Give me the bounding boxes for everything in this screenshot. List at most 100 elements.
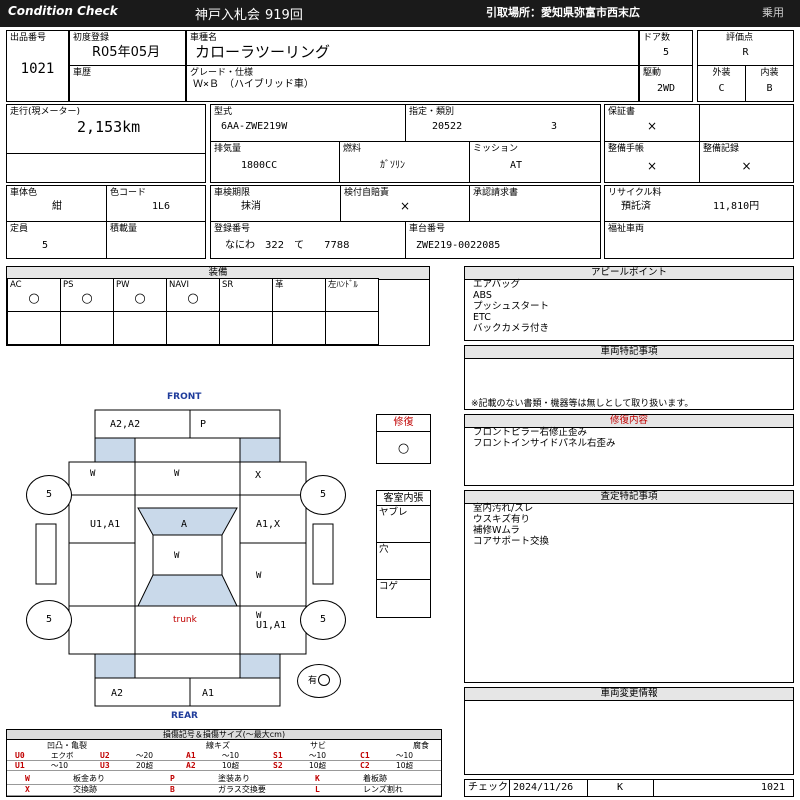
assess-line: コアサポート交換: [473, 536, 550, 547]
first-reg-box: 初度登録 R05年05月: [69, 30, 186, 66]
color-code-box: 色コード 1L6: [106, 185, 206, 222]
equipment-value: ○: [134, 291, 146, 306]
load-label: 積載量: [110, 224, 138, 234]
exterior-label: 外装: [712, 68, 731, 78]
history-box: 車歴: [69, 65, 186, 102]
exterior-score: C: [718, 83, 725, 94]
assess-line: ウスキズ有り: [473, 514, 531, 525]
color-code-value: 1L6: [152, 201, 171, 212]
welfare-label: 福祉車両: [608, 224, 645, 234]
inspection-value: 抹消: [241, 201, 261, 212]
displacement-label: 排気量: [214, 144, 242, 154]
exterior-box: 外装 C: [697, 65, 746, 102]
legend-header: 凹凸・亀裂: [47, 741, 87, 750]
drive-value: 2WD: [656, 83, 676, 94]
right-door-w-mark: W: [256, 571, 262, 581]
right-fender-mark: X: [255, 470, 262, 481]
repair-content-panel: 修復内容 フロントピラー右修正歪み フロントインサイドパネル右歪み: [464, 414, 794, 486]
legend-code: L: [315, 785, 320, 794]
load-box: 積載量: [106, 221, 206, 259]
check-date: 2024/11/26: [513, 782, 574, 793]
appeal-line: プッシュスタート: [473, 301, 550, 312]
appeal-line: バックカメラ付き: [473, 323, 550, 334]
recycle-fee: 11,810円: [713, 201, 760, 212]
equipment-cell: PS ○: [60, 278, 114, 312]
front-bumper-mark: A2,A2: [110, 419, 141, 430]
plate-label: 登録番号: [214, 224, 251, 234]
capacity-box: 定員 5: [6, 221, 107, 259]
equipment-label: PS: [63, 280, 74, 290]
cabin-item-label: 穴: [379, 544, 389, 555]
cabin-w-mark: W: [174, 551, 180, 561]
equipment-cell: 革: [272, 278, 326, 312]
equipment-cell-blank: [7, 311, 61, 345]
appeal-line: ETC: [473, 312, 491, 323]
recycle-label: リサイクル料: [608, 188, 662, 198]
right-rear-w-mark: W: [256, 611, 262, 621]
check-code: K: [617, 782, 624, 793]
front-label: FRONT: [167, 392, 202, 402]
tire-rl-depth: 5: [45, 614, 53, 625]
right-front-door-mark: A1,X: [256, 519, 281, 530]
cabin-divider: [377, 505, 430, 506]
repair-title: 修復: [393, 417, 414, 428]
equipment-cell: AC ○: [7, 278, 61, 312]
spare-tire-text: 有: [307, 676, 317, 686]
legend-size: 10超: [222, 761, 240, 770]
mission-value: AT: [510, 160, 523, 171]
cabin-item-label: コゲ: [379, 581, 399, 592]
grade-label: グレード・仕様: [190, 68, 254, 78]
equipment-label: PW: [116, 280, 130, 290]
spare-tire-icon: [318, 674, 330, 686]
legend-size: 〜10: [222, 751, 240, 760]
rear-bumper-left-mark: A2: [111, 688, 124, 699]
cabin-title: 客室内張: [383, 493, 424, 504]
approval-box: 承認請求書: [469, 185, 601, 222]
rear-bumper-right-mark: A1: [202, 688, 215, 699]
header-auction: 神戸入札会: [195, 8, 261, 23]
grade-box: グレード・仕様 Ｗ×Ｂ （ハイブリッド車）: [186, 65, 639, 102]
mileage-box: 走行(現メーター) 2,153km: [6, 104, 206, 154]
car-name-label: 車種名: [190, 33, 218, 43]
mission-box: ミッション AT: [469, 141, 601, 183]
legend-divider: [7, 795, 441, 796]
legend-meaning: 板金あり: [73, 774, 105, 783]
legend-size: 〜10: [309, 751, 327, 760]
doors-box: ドア数 5: [639, 30, 693, 66]
legend-meaning: ガラス交換要: [218, 785, 266, 794]
interior-score: B: [766, 83, 773, 94]
legend-divider: [7, 770, 441, 771]
equipment-cell: 左ﾊﾝﾄﾞﾙ: [325, 278, 379, 312]
first-reg-label: 初度登録: [73, 33, 110, 43]
equipment-cell-blank: [325, 311, 379, 345]
history-label: 車歴: [73, 68, 92, 78]
equipment-cell-blank: [60, 311, 114, 345]
legend-size: エクボ: [51, 751, 74, 760]
doors-label: ドア数: [643, 33, 671, 43]
legend-code: A1: [186, 751, 196, 760]
tire-front-right: 5: [300, 475, 346, 515]
check-label: チェック: [468, 782, 508, 793]
legend-code: U1: [15, 761, 25, 770]
plate-box: 登録番号 なにわ 322 て 7788: [210, 221, 406, 259]
cabin-divider: [377, 542, 430, 543]
legend-code: U2: [100, 751, 110, 760]
tire-front-left: 5: [26, 475, 72, 515]
warranty-label: 保証書: [608, 107, 636, 117]
chassis-value: ZWE219-0022085: [416, 240, 501, 251]
equipment-value: ○: [81, 291, 93, 306]
legend-code: X: [25, 785, 30, 794]
legend-code: S2: [273, 761, 283, 770]
front-panel-mark: P: [200, 419, 207, 430]
tire-rr-depth: 5: [319, 614, 327, 625]
model-box: 型式 6AA-ZWE219W: [210, 104, 406, 142]
equipment-cell: SR: [219, 278, 273, 312]
special-notes-panel: 車両特記事項 ※記載のない書類・機器等は無しとして取り扱います。: [464, 345, 794, 410]
header-session: 919回: [265, 8, 303, 23]
appeal-panel: アピールポイント エアバッグ ABS プッシュスタート ETC バックカメラ付き: [464, 266, 794, 341]
equipment-cell-blank: [219, 311, 273, 345]
assessment-panel: 査定特記事項 室内汚れ/スレ ウスキズ有り 補修Wムラ コアサポート交換: [464, 490, 794, 683]
interior-label: 内装: [760, 68, 779, 78]
mileage-value: 2,153km: [77, 118, 141, 136]
legend-code: C2: [360, 761, 370, 770]
